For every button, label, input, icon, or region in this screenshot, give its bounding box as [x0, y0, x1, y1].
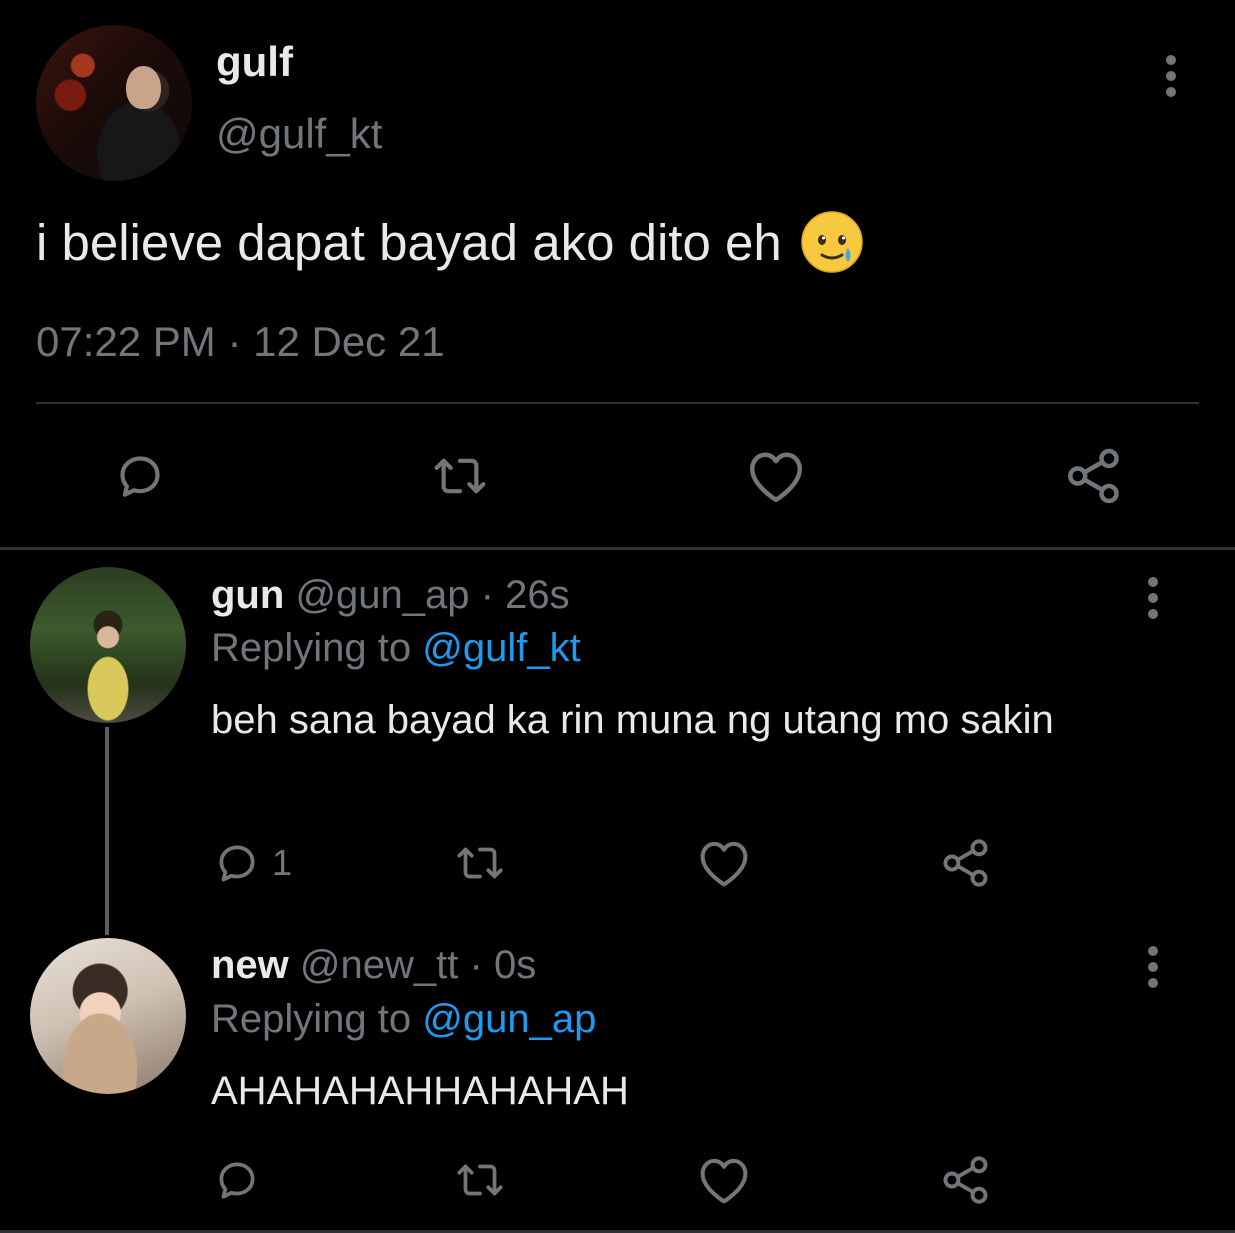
- divider: [36, 402, 1199, 404]
- replying-to-prefix: Replying to: [211, 626, 412, 670]
- section-divider: [0, 547, 1235, 550]
- reply-handle[interactable]: @gun_ap: [295, 573, 469, 617]
- more-options-icon[interactable]: [1147, 574, 1159, 622]
- more-options-icon[interactable]: [1147, 943, 1159, 991]
- main-tweet: gulf @gulf_kt i believe dapat bayad ako …: [0, 0, 1235, 548]
- retweet-button[interactable]: [428, 448, 492, 504]
- reply-header: new @new_tt · 0s: [211, 943, 536, 988]
- share-button[interactable]: [1064, 446, 1124, 506]
- reply-button[interactable]: [112, 448, 168, 504]
- replying-to: Replying to @gun_ap: [211, 997, 596, 1042]
- tweet-text-content: i believe dapat bayad ako dito eh: [36, 213, 782, 271]
- share-icon: [943, 1156, 988, 1204]
- reply-time[interactable]: 0s: [494, 943, 536, 987]
- avatar[interactable]: [36, 25, 192, 181]
- share-button[interactable]: [940, 1153, 992, 1207]
- share-icon: [943, 839, 988, 887]
- thread-connector-line: [105, 727, 109, 935]
- more-options-icon[interactable]: [1165, 52, 1177, 100]
- replying-to-prefix: Replying to: [211, 997, 412, 1041]
- reply-count: 1: [272, 842, 293, 883]
- reply-separator: ·: [469, 943, 483, 987]
- like-button[interactable]: [746, 448, 806, 504]
- reply-handle[interactable]: @new_tt: [300, 943, 458, 987]
- reply-display-name[interactable]: gun: [211, 573, 284, 617]
- retweet-icon: [434, 458, 486, 494]
- tweet-text: i believe dapat bayad ako dito eh: [36, 210, 864, 274]
- retweet-icon: [457, 847, 503, 879]
- reply-button[interactable]: [212, 1155, 262, 1205]
- retweet-icon: [457, 1164, 503, 1196]
- reply-button[interactable]: 1: [212, 838, 292, 888]
- tweet-timestamp[interactable]: 07:22 PM · 12 Dec 21: [36, 318, 445, 366]
- reply-text: AHAHAHAHHAHAHAH: [211, 1069, 629, 1113]
- like-icon: [750, 452, 802, 502]
- replying-to: Replying to @gulf_kt: [211, 626, 581, 671]
- retweet-button[interactable]: [452, 1155, 508, 1205]
- reply-separator: ·: [480, 573, 494, 617]
- like-button[interactable]: [697, 1155, 751, 1205]
- avatar[interactable]: [30, 567, 186, 723]
- author-display-name[interactable]: gulf: [216, 38, 293, 86]
- like-button[interactable]: [697, 838, 751, 888]
- share-icon: [1068, 448, 1119, 504]
- reply-icon: [120, 456, 160, 497]
- replying-to-mention[interactable]: @gun_ap: [422, 997, 596, 1041]
- reply-icon: [219, 1162, 255, 1199]
- retweet-button[interactable]: [452, 838, 508, 888]
- reply-header: gun @gun_ap · 26s: [211, 573, 570, 618]
- face-holding-back-tears-emoji: [800, 211, 863, 273]
- reply-text: beh sana bayad ka rin muna ng utang mo s…: [211, 698, 1054, 742]
- avatar[interactable]: [30, 938, 186, 1094]
- like-icon: [700, 841, 748, 887]
- author-handle[interactable]: @gulf_kt: [216, 110, 382, 158]
- replying-to-mention[interactable]: @gulf_kt: [422, 626, 580, 670]
- reply-time[interactable]: 26s: [505, 573, 570, 617]
- reply-icon: [219, 845, 255, 882]
- like-icon: [700, 1158, 748, 1204]
- reply-display-name[interactable]: new: [211, 943, 289, 987]
- share-button[interactable]: [940, 836, 992, 890]
